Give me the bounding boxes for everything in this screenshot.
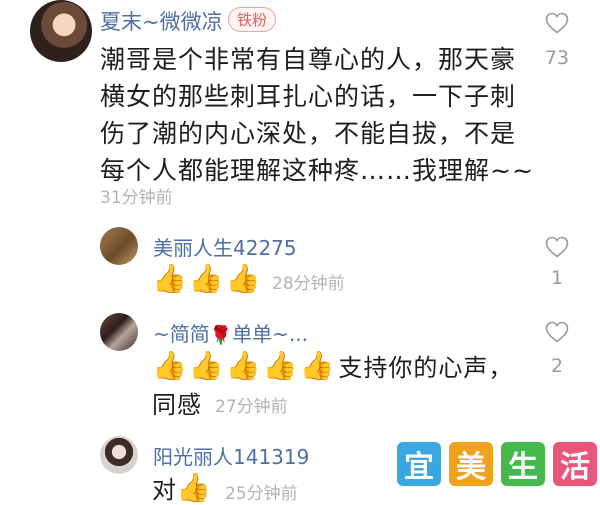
avatar[interactable] xyxy=(30,0,92,62)
user-name[interactable]: 美丽人生42275 xyxy=(153,232,297,261)
user-name[interactable]: ~简简🌹单单~... xyxy=(153,318,308,347)
reply-timestamp: 27分钟前 xyxy=(215,397,288,417)
reply-timestamp: 25分钟前 xyxy=(225,484,298,504)
reply-text: 对 xyxy=(152,476,176,504)
watermark-char: 生 xyxy=(499,440,547,488)
user-name[interactable]: 阳光丽人141319 xyxy=(153,441,309,470)
thumbs-up-icon: 👍 xyxy=(225,348,261,382)
fan-badge: 铁粉 xyxy=(228,7,277,32)
thumbs-up-icon: 👍 xyxy=(188,262,224,295)
reply-text: 支持你的心声， xyxy=(338,354,514,382)
watermark-char: 美 xyxy=(447,440,495,488)
thumbs-up-icon: 👍 xyxy=(299,348,335,382)
thumbs-up-icon: 👍 xyxy=(188,348,224,382)
like-count: 2 xyxy=(550,355,564,377)
reply-timestamp: 28分钟前 xyxy=(272,274,345,294)
avatar[interactable] xyxy=(100,227,138,265)
like-heart-icon[interactable] xyxy=(545,236,569,258)
emoji-row: 👍 👍 👍 xyxy=(152,262,261,296)
reply-text: 同感 xyxy=(152,391,202,419)
watermark-char: 活 xyxy=(551,440,599,488)
reply-text-line: 对 👍 xyxy=(152,470,211,505)
thumbs-up-icon: 👍 xyxy=(152,348,187,382)
comment-text-line: 横女的那些刺耳扎心的话，一下子刺 xyxy=(100,82,517,111)
emoji-row: 👍 👍 👍 👍 👍 xyxy=(152,349,334,383)
watermark-logo: 宜 美 生 活 xyxy=(395,440,599,488)
thumbs-up-icon: 👍 xyxy=(176,470,211,504)
like-heart-icon[interactable] xyxy=(545,12,569,34)
watermark-char: 宜 xyxy=(395,440,443,488)
avatar[interactable] xyxy=(100,313,138,351)
thumbs-up-icon: 👍 xyxy=(152,262,187,295)
like-count: 1 xyxy=(550,267,564,289)
user-name-prefix: ~简简 xyxy=(153,322,210,346)
avatar[interactable] xyxy=(100,436,138,474)
comment-text-line: 潮哥是个非常有自尊心的人，那天豪 xyxy=(100,45,517,74)
user-name-suffix: 单单~... xyxy=(232,322,309,346)
like-heart-icon[interactable] xyxy=(545,321,569,343)
comment-timestamp: 31分钟前 xyxy=(100,188,173,208)
like-count: 73 xyxy=(544,47,570,69)
thumbs-up-icon: 👍 xyxy=(262,348,298,382)
rose-icon: 🌹 xyxy=(209,325,233,346)
thumbs-up-icon: 👍 xyxy=(225,262,261,295)
comment-text-line: 每个人都能理解这种疼……我理解~~ xyxy=(100,156,534,185)
reply-text-line: 👍 👍 👍 👍 👍 支持你的心声， xyxy=(152,348,513,383)
comment-text-line: 伤了潮的内心深处，不能自拔，不是 xyxy=(100,119,517,148)
user-name[interactable]: 夏末~微微凉 xyxy=(100,6,223,36)
